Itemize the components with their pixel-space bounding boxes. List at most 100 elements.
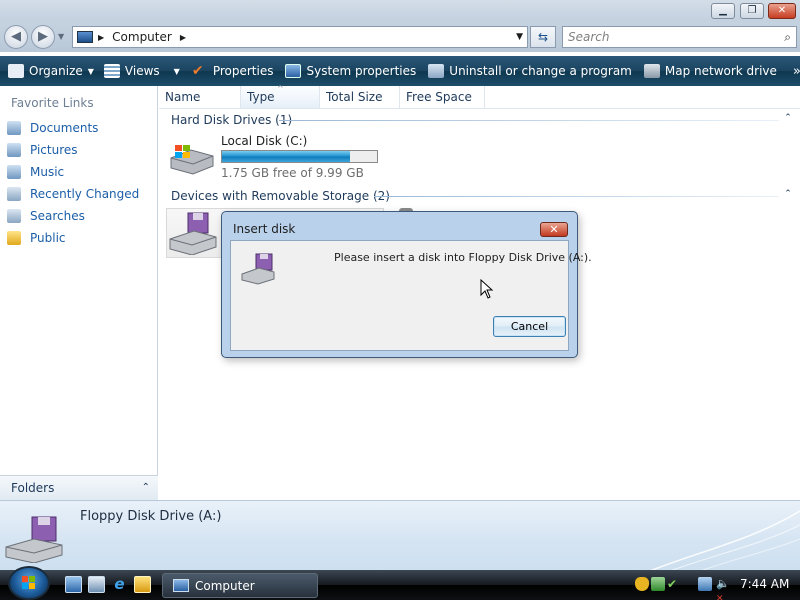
column-type-label: Type	[247, 90, 275, 104]
back-button[interactable]: ◀	[4, 25, 28, 49]
dialog-close-button[interactable]: ✕	[540, 222, 568, 237]
taskbar-button-label: Computer	[195, 578, 255, 593]
switch-windows-icon[interactable]	[88, 576, 105, 593]
nav-item-public[interactable]: Public	[7, 228, 157, 248]
breadcrumb-chevron-icon[interactable]: ▶	[98, 33, 104, 42]
properties-label: Properties	[212, 64, 274, 78]
drive-local-disk-c[interactable]: Local Disk (C:) 1.75 GB free of 9.99 GB	[167, 132, 387, 182]
column-type[interactable]: Type ^	[241, 84, 320, 108]
close-button[interactable]: ✕	[768, 3, 796, 19]
system-properties-label: System properties	[306, 64, 417, 78]
folders-label: Folders	[11, 481, 55, 495]
nav-item-pictures[interactable]: Pictures	[7, 140, 157, 160]
organize-menu[interactable]: Organize ▼	[0, 56, 98, 86]
properties-button[interactable]: ✔ Properties	[188, 56, 278, 86]
network-status-icon[interactable]	[651, 577, 665, 591]
map-network-drive-button[interactable]: Map network drive	[640, 56, 781, 86]
taskbar: e Computer ✔ 🔈✕ 7:44 AM	[0, 566, 800, 600]
decorative-swoosh	[650, 510, 800, 570]
floppy-drive-icon	[241, 253, 275, 285]
header-divider	[159, 108, 800, 109]
floppy-drive-icon	[169, 212, 217, 255]
views-icon	[103, 64, 120, 78]
command-bar: Organize ▼ Views ▼ ✔ Properties System p…	[0, 56, 800, 86]
checkmark-tray-icon[interactable]: ✔	[667, 577, 681, 591]
chevron-down-icon: ▼	[87, 66, 94, 76]
system-properties-icon	[285, 64, 302, 78]
breadcrumb-computer[interactable]: Computer	[112, 30, 172, 44]
drive-usage-fill	[222, 151, 350, 162]
insert-disk-dialog: Insert disk ✕ Please insert a disk into …	[221, 211, 592, 358]
address-row: ◀ ▶ ▼ ▶ Computer ▶ ▼ ⇆ Search ⌕	[0, 22, 800, 52]
uninstall-label: Uninstall or change a program	[449, 64, 632, 78]
close-icon: ✕	[549, 223, 559, 236]
map-drive-label: Map network drive	[664, 64, 777, 78]
start-button[interactable]	[8, 566, 50, 600]
maximize-icon: ❐	[747, 5, 757, 16]
close-icon: ✕	[777, 5, 787, 16]
chevron-up-icon[interactable]: ⌃	[783, 113, 793, 123]
recently-changed-icon	[7, 187, 21, 201]
computer-icon	[77, 31, 93, 43]
forward-button[interactable]: ▶	[31, 25, 55, 49]
public-folder-icon	[7, 231, 21, 245]
search-input[interactable]: Search ⌕	[562, 26, 797, 48]
refresh-icon: ⇆	[537, 30, 549, 44]
nav-item-documents[interactable]: Documents	[7, 118, 157, 138]
address-bar[interactable]: ▶ Computer ▶ ▼	[72, 26, 528, 48]
uninstall-program-button[interactable]: Uninstall or change a program	[424, 56, 636, 86]
details-pane: Floppy Disk Drive (A:)	[0, 500, 800, 570]
group-header-removable[interactable]: Devices with Removable Storage (2)	[171, 189, 390, 203]
searches-icon	[7, 209, 21, 223]
dialog-body: Please insert a disk into Floppy Disk Dr…	[230, 240, 592, 351]
nav-item-label: Public	[30, 231, 66, 245]
volume-muted-icon[interactable]: 🔈✕	[716, 577, 730, 600]
network-connection-icon[interactable]	[698, 577, 712, 591]
windows-logo-icon	[22, 576, 35, 589]
refresh-button[interactable]: ⇆	[530, 26, 556, 48]
column-total-size[interactable]: Total Size	[320, 86, 400, 108]
nav-item-label: Searches	[30, 209, 85, 223]
taskbar-button-computer[interactable]: Computer	[162, 573, 318, 598]
system-properties-button[interactable]: System properties	[281, 56, 420, 86]
chevron-up-icon[interactable]: ⌃	[142, 476, 150, 500]
music-icon	[7, 165, 21, 179]
network-drive-icon	[643, 64, 660, 78]
maximize-button[interactable]: ❐	[740, 3, 764, 19]
views-menu[interactable]: Views ▼	[100, 56, 184, 86]
nav-item-searches[interactable]: Searches	[7, 206, 157, 226]
media-player-icon[interactable]	[134, 576, 151, 593]
search-placeholder: Search	[568, 30, 610, 44]
minimize-button[interactable]: ▁	[711, 3, 735, 19]
group-divider	[279, 120, 779, 121]
nav-item-label: Pictures	[30, 143, 78, 157]
checkmark-icon: ✔	[191, 63, 204, 79]
chevron-up-icon[interactable]: ⌃	[783, 189, 793, 199]
breadcrumb-chevron-icon[interactable]: ▶	[180, 33, 186, 42]
address-dropdown-icon[interactable]: ▼	[516, 32, 523, 42]
security-shield-icon[interactable]	[635, 577, 649, 591]
pictures-icon	[7, 143, 21, 157]
recent-pages-dropdown[interactable]: ▼	[58, 32, 64, 41]
system-clock[interactable]: 7:44 AM	[740, 577, 789, 591]
search-icon[interactable]: ⌕	[784, 27, 791, 47]
nav-item-label: Recently Changed	[30, 187, 140, 201]
internet-explorer-icon[interactable]: e	[111, 576, 128, 593]
nav-item-recently-changed[interactable]: Recently Changed	[7, 184, 157, 204]
more-commands-button[interactable]: »	[789, 56, 800, 86]
column-name[interactable]: Name	[159, 86, 241, 108]
sort-arrow-icon: ^	[277, 84, 284, 93]
views-label: Views	[124, 64, 160, 78]
documents-icon	[7, 121, 21, 135]
nav-item-label: Music	[30, 165, 65, 179]
nav-item-music[interactable]: Music	[7, 162, 157, 182]
folders-bar[interactable]: Folders ⌃	[0, 475, 158, 500]
cancel-button[interactable]: Cancel	[493, 316, 566, 337]
minimize-icon: ▁	[719, 5, 727, 16]
window-title-bar: ▁ ❐ ✕	[0, 0, 800, 22]
column-free-space[interactable]: Free Space	[400, 86, 485, 108]
nav-item-label: Documents	[30, 121, 99, 135]
drive-usage-bar	[221, 150, 378, 163]
group-header-hard-disk[interactable]: Hard Disk Drives (1)	[171, 113, 292, 127]
show-desktop-icon[interactable]	[65, 576, 82, 593]
